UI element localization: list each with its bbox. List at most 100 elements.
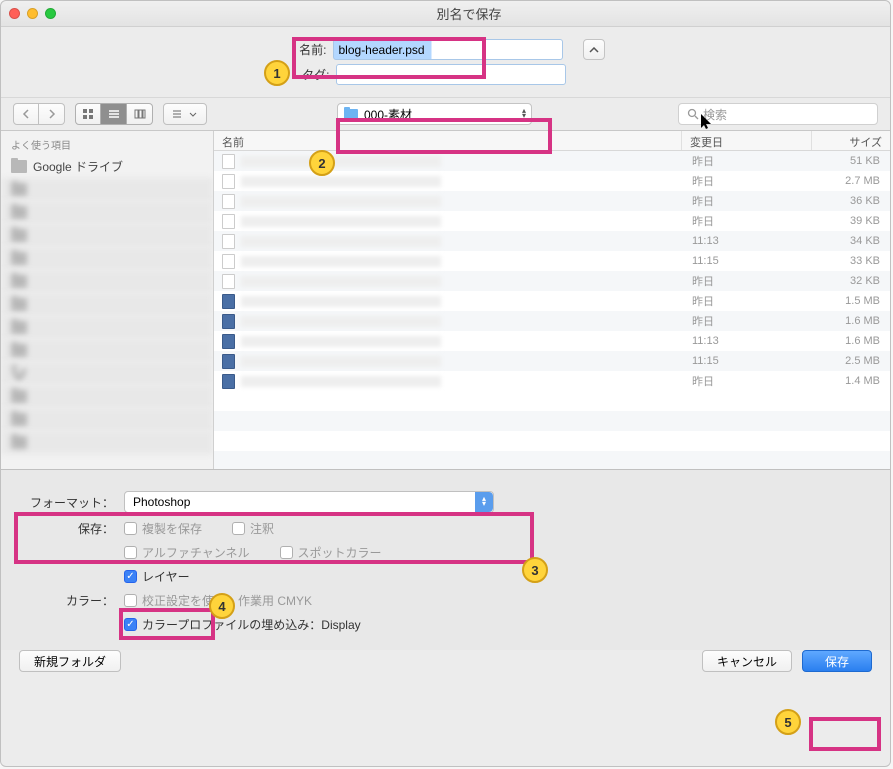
file-row[interactable]: 昨日1.6 MB <box>214 311 890 331</box>
updown-icon: ▴▾ <box>522 109 526 119</box>
file-row[interactable]: 11:152.5 MB <box>214 351 890 371</box>
search-field[interactable]: 検索 <box>678 103 878 125</box>
expand-toggle[interactable] <box>583 39 605 60</box>
sidebar-item[interactable] <box>1 293 213 316</box>
column-header-size[interactable]: サイズ <box>812 131 890 150</box>
file-row[interactable]: 11:1533 KB <box>214 251 890 271</box>
folder-icon <box>11 344 27 357</box>
folder-icon <box>11 252 27 265</box>
view-list-button[interactable] <box>101 103 127 125</box>
alpha-checkbox: アルファチャンネル <box>124 544 250 561</box>
toolbar: 000-素材 ▴▾ 検索 <box>1 97 890 131</box>
layer-checkbox[interactable]: ✓レイヤー <box>124 568 190 585</box>
back-button[interactable] <box>13 103 39 125</box>
sidebar-item[interactable] <box>1 408 213 431</box>
file-row[interactable]: 昨日32 KB <box>214 271 890 291</box>
tag-label: タグ: <box>290 66 330 83</box>
group-icon <box>173 109 187 119</box>
profile-checkbox[interactable]: ✓カラープロファイルの埋め込み：Display <box>124 616 361 633</box>
file-icon <box>222 214 235 229</box>
columns-icon <box>134 109 146 119</box>
chevron-right-icon <box>48 109 56 119</box>
file-icon <box>222 274 235 289</box>
save-options-label: 保存： <box>19 520 114 537</box>
save-button[interactable]: 保存 <box>802 650 872 672</box>
file-row[interactable]: 昨日36 KB <box>214 191 890 211</box>
sidebar-item[interactable] <box>1 224 213 247</box>
close-window-button[interactable] <box>9 8 20 19</box>
file-icon <box>222 354 235 369</box>
folder-name: 000-素材 <box>364 106 412 123</box>
annotation-badge-5: 5 <box>775 709 801 735</box>
column-header-date[interactable]: 変更日 <box>682 131 812 150</box>
folder-icon <box>11 436 27 449</box>
folder-icon <box>11 367 27 381</box>
sidebar-header: よく使う項目 <box>1 131 213 155</box>
folder-icon <box>11 160 27 173</box>
minimize-window-button[interactable] <box>27 8 38 19</box>
annotation-checkbox: 注釈 <box>232 520 274 537</box>
annotation-badge-2: 2 <box>309 150 335 176</box>
file-icon <box>222 254 235 269</box>
file-icon <box>222 294 235 309</box>
sidebar-item[interactable] <box>1 178 213 201</box>
file-icon <box>222 334 235 349</box>
titlebar: 別名で保存 <box>1 1 890 27</box>
file-row[interactable]: 昨日1.4 MB <box>214 371 890 391</box>
group-by-button[interactable] <box>163 103 207 125</box>
file-icon <box>222 314 235 329</box>
format-label: フォーマット： <box>19 494 114 511</box>
search-icon <box>687 108 699 120</box>
cancel-button[interactable]: キャンセル <box>702 650 792 672</box>
folder-icon <box>11 206 27 219</box>
tag-input[interactable] <box>336 64 566 85</box>
file-icon <box>222 174 235 189</box>
folder-icon <box>11 390 27 403</box>
sidebar-item[interactable] <box>1 385 213 408</box>
updown-icon: ▴▾ <box>475 492 493 512</box>
file-icon <box>222 194 235 209</box>
duplicate-checkbox[interactable]: 複製を保存 <box>124 520 202 537</box>
maximize-window-button[interactable] <box>45 8 56 19</box>
sidebar-item[interactable]: Google ドライブ <box>1 155 213 178</box>
view-column-button[interactable] <box>127 103 153 125</box>
window-title: 別名で保存 <box>56 4 882 23</box>
sidebar: よく使う項目 Google ドライブ <box>1 131 214 469</box>
folder-icon <box>11 321 27 334</box>
sidebar-item[interactable] <box>1 339 213 362</box>
sidebar-item[interactable] <box>1 270 213 293</box>
sidebar-item[interactable] <box>1 362 213 385</box>
sidebar-item[interactable] <box>1 316 213 339</box>
chevron-up-icon <box>589 47 599 53</box>
file-row[interactable]: 昨日39 KB <box>214 211 890 231</box>
format-select[interactable]: Photoshop ▴▾ <box>124 491 494 513</box>
chevron-left-icon <box>22 109 30 119</box>
sidebar-item[interactable] <box>1 201 213 224</box>
forward-button[interactable] <box>39 103 65 125</box>
chevron-down-icon <box>189 112 197 117</box>
current-folder-select[interactable]: 000-素材 ▴▾ <box>337 103 532 125</box>
spot-checkbox: スポットカラー <box>280 544 382 561</box>
sidebar-item[interactable] <box>1 431 213 454</box>
file-icon <box>222 234 235 249</box>
view-icon-button[interactable] <box>75 103 101 125</box>
annotation-badge-1: 1 <box>264 60 290 86</box>
folder-icon <box>11 413 27 426</box>
annotation-badge-3: 3 <box>522 557 548 583</box>
folder-icon <box>11 229 27 242</box>
file-row[interactable]: 昨日1.5 MB <box>214 291 890 311</box>
file-icon <box>222 154 235 169</box>
name-input[interactable] <box>333 39 563 60</box>
search-placeholder: 検索 <box>703 106 727 123</box>
folder-icon <box>11 298 27 311</box>
new-folder-button[interactable]: 新規フォルダ <box>19 650 121 672</box>
file-row[interactable]: 11:131.6 MB <box>214 331 890 351</box>
folder-icon <box>344 109 358 120</box>
file-row[interactable]: 11:1334 KB <box>214 231 890 251</box>
sidebar-item[interactable] <box>1 247 213 270</box>
folder-icon <box>11 183 27 196</box>
column-header-name[interactable]: 名前 <box>214 131 682 150</box>
color-label: カラー： <box>19 592 114 609</box>
file-list: 名前 変更日 サイズ 昨日51 KB昨日2.7 MB昨日36 KB昨日39 KB… <box>214 131 890 469</box>
name-label: 名前: <box>287 41 327 58</box>
